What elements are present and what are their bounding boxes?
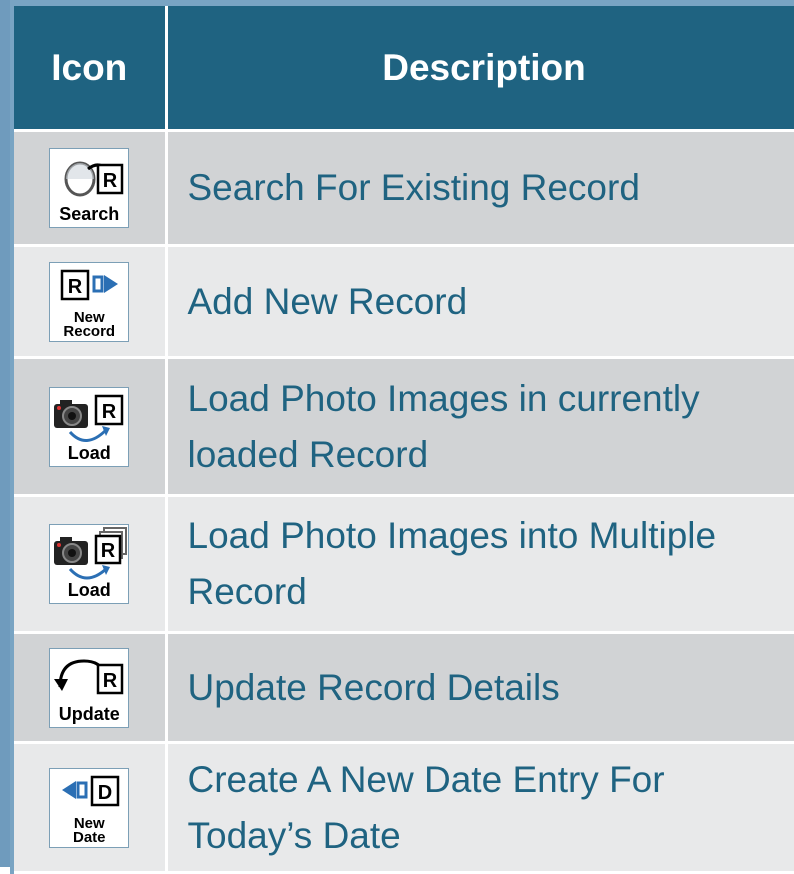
icon-legend-table: Icon Description R Search Search For Exi… (10, 0, 794, 874)
table-row: R Load Load Photo Images in currently lo… (10, 356, 794, 497)
table-row: R Update Update Record Details (10, 631, 794, 744)
svg-text:R: R (103, 670, 118, 692)
table-row: R Search Search For Existing Record (10, 129, 794, 247)
icon-cell: R Load (10, 494, 168, 634)
svg-text:R: R (101, 540, 116, 562)
update-record-icon[interactable]: R Update (49, 647, 130, 728)
table-header-row: Icon Description (10, 0, 794, 132)
load-photo-multiple-icon[interactable]: R Load (49, 524, 130, 604)
icon-cell: R Update (10, 631, 168, 744)
icon-legend-slide: Icon Description R Search Search For Exi… (0, 0, 794, 874)
icon-cell: R Search (10, 129, 168, 247)
icon-caption: Search (59, 204, 120, 224)
svg-text:R: R (68, 276, 83, 298)
table-row: D New Date Create A New Date Entry For T… (10, 741, 794, 874)
load-photo-icon[interactable]: R Load (49, 386, 130, 467)
description-text: Search For Existing Record (164, 129, 794, 247)
icon-caption: New Record (63, 308, 116, 340)
icon-caption: Load (67, 580, 111, 600)
svg-text:R: R (103, 170, 118, 192)
description-text: Create A New Date Entry For Today’s Date (164, 741, 794, 874)
icon-caption: Update (58, 703, 120, 724)
table-row: R Load Load Photo Images into Multiple R… (10, 494, 794, 634)
icon-caption: Load (67, 442, 111, 463)
slide-left-border (0, 0, 10, 867)
table-row: R New Record Add New Record (10, 244, 794, 359)
search-record-icon[interactable]: R Search (49, 148, 130, 228)
header-description: Description (164, 0, 794, 132)
description-text: Load Photo Images into Multiple Record (164, 494, 794, 634)
header-icon: Icon (10, 0, 168, 132)
svg-text:D: D (98, 782, 112, 804)
svg-text:R: R (102, 401, 117, 423)
description-text: Load Photo Images in currently loaded Re… (164, 356, 794, 497)
icon-cell: R New Record (10, 244, 168, 359)
new-record-icon[interactable]: R New Record (49, 261, 130, 342)
new-date-icon[interactable]: D New Date (49, 767, 130, 848)
icon-cell: D New Date (10, 741, 168, 874)
description-text: Add New Record (164, 244, 794, 359)
icon-cell: R Load (10, 356, 168, 497)
icon-caption: New Date (72, 814, 106, 846)
description-text: Update Record Details (164, 631, 794, 744)
